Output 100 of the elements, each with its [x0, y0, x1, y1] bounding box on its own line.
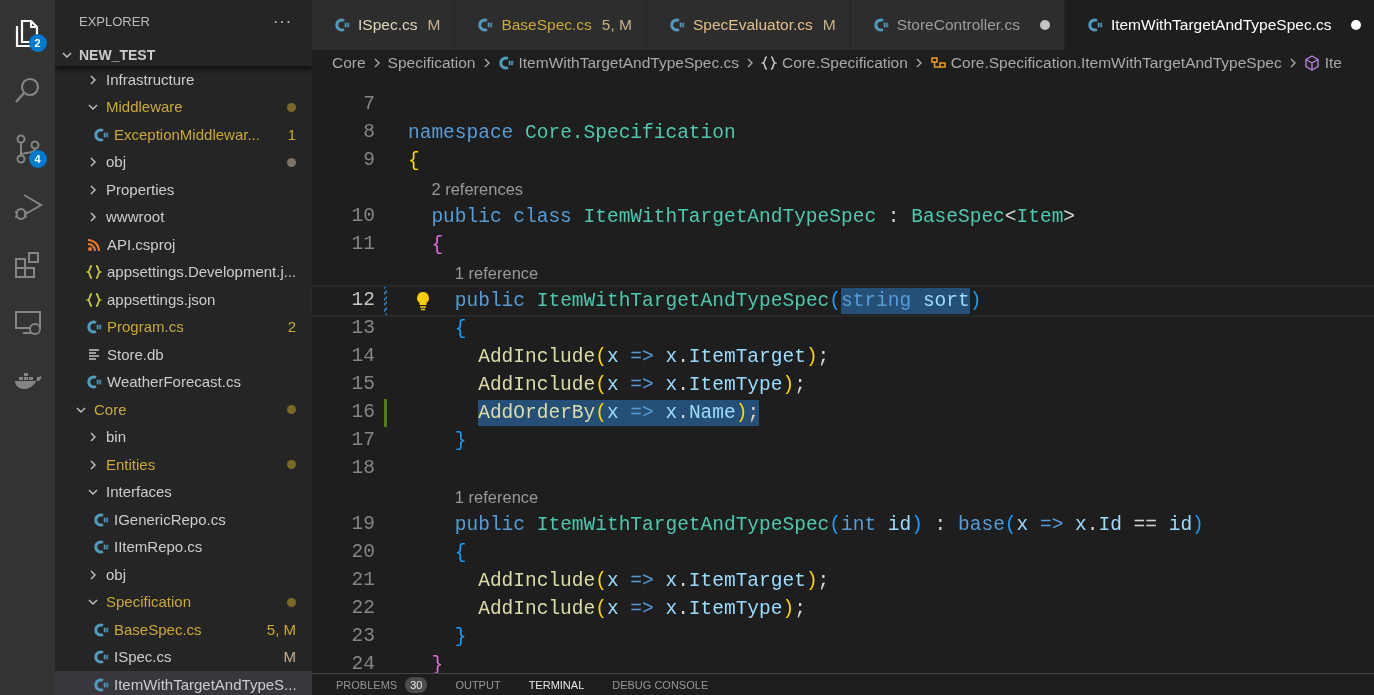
panel-tab[interactable]: PROBLEMS 30 — [336, 676, 428, 693]
file-name: obj — [106, 564, 128, 585]
code-line: { — [453, 541, 467, 566]
code-lens-link[interactable]: 2 references — [431, 176, 524, 202]
file-name: bin — [106, 427, 128, 447]
file-item[interactable]: Store.db — [55, 341, 312, 369]
csharp-file-icon — [477, 17, 494, 33]
editor-tab[interactable]: ISpec.cs M — [312, 0, 456, 50]
file-name: wwwroot — [106, 207, 166, 227]
line-number: 11 — [350, 232, 375, 258]
line-number: 8 — [362, 120, 375, 146]
csharp-file-icon — [1086, 17, 1103, 33]
line-number: 18 — [350, 456, 375, 482]
csharp-file-icon — [93, 511, 109, 528]
class-icon — [929, 54, 946, 71]
code-line: } — [453, 625, 467, 650]
count-badge: 30 — [405, 676, 428, 693]
line-number: 16 — [350, 400, 375, 426]
file-item[interactable]: ExceptionMiddlewar... 1 — [55, 121, 312, 149]
code-line: public ItemWithTargetAndTypeSpec(int id) : base(x => x.Id == id) — [453, 513, 1204, 538]
folder-item[interactable]: Entities — [55, 451, 312, 479]
breadcrumb-item[interactable]: ItemWithTargetAndTypeSpec.cs — [497, 50, 740, 75]
csharp-file-icon — [872, 17, 889, 33]
sidebar-title: EXPLORER — [79, 13, 150, 32]
line-number: 17 — [350, 428, 375, 454]
folder-item[interactable]: Core — [55, 396, 312, 424]
editor-tab[interactable]: StoreController.cs — [850, 0, 1065, 50]
run-debug-button[interactable] — [12, 192, 43, 222]
folder-item[interactable]: Infrastructure — [55, 66, 312, 94]
rss-file-icon — [86, 236, 102, 253]
remote-explorer-button[interactable] — [12, 308, 43, 338]
file-item[interactable]: ItemWithTargetAndTypeS... — [55, 671, 312, 695]
folder-item[interactable]: Properties — [55, 176, 312, 204]
status-label: 5, M — [266, 619, 296, 640]
code-line: AddInclude(x => x.ItemTarget); — [477, 569, 830, 594]
file-name: Core — [94, 399, 128, 420]
code-line: AddInclude(x => x.ItemType); — [477, 373, 806, 398]
modified-status: 5, M — [601, 15, 632, 36]
code-line: { — [408, 149, 420, 174]
file-name: Middleware — [106, 97, 184, 117]
file-item[interactable]: BaseSpec.cs 5, M — [55, 616, 312, 644]
editor-tab[interactable]: ItemWithTargetAndTypeSpec.cs — [1064, 0, 1374, 50]
file-name: Specification — [106, 592, 193, 612]
breadcrumb-item[interactable]: Specification — [387, 50, 476, 75]
braces-file-icon — [86, 264, 102, 281]
csharp-file-icon — [93, 126, 109, 143]
file-name: obj — [106, 152, 128, 172]
csharp-file-icon — [93, 649, 109, 666]
line-number: 22 — [350, 596, 375, 622]
file-name: Entities — [106, 454, 157, 475]
more-actions-button[interactable]: ··· — [273, 10, 292, 34]
line-number: 15 — [350, 372, 375, 398]
file-name: BaseSpec.cs — [114, 619, 203, 640]
editor-tab[interactable]: BaseSpec.cs 5, M — [455, 0, 647, 50]
line-number: 20 — [350, 540, 375, 566]
code-lens-link[interactable]: 1 reference — [454, 484, 539, 510]
folder-item[interactable]: Interfaces — [55, 478, 312, 506]
panel-tab[interactable]: TERMINAL — [528, 677, 585, 692]
modified-status: M — [822, 15, 836, 36]
folder-item[interactable]: wwwroot — [55, 203, 312, 231]
breadcrumb-item[interactable]: Ite — [1303, 50, 1342, 75]
code-line: public ItemWithTargetAndTypeSpec(string sort) — [453, 288, 982, 314]
file-item[interactable]: IItemRepo.cs — [55, 533, 312, 561]
breadcrumb-item[interactable]: Core — [332, 50, 366, 75]
text-file-icon — [86, 346, 102, 363]
file-name: Store.db — [107, 344, 165, 365]
csharp-file-icon — [93, 676, 109, 693]
file-item[interactable]: WeatherForecast.cs — [55, 368, 312, 396]
code-line: { — [430, 233, 444, 258]
code-line: AddInclude(x => x.ItemTarget); — [477, 345, 830, 370]
csharp-file-icon — [86, 374, 102, 391]
folder-item[interactable]: Specification — [55, 588, 312, 616]
file-item[interactable]: appsettings.json — [55, 286, 312, 314]
csharp-file-icon — [497, 54, 514, 71]
file-item[interactable]: IGenericRepo.cs — [55, 506, 312, 534]
code-lens-link[interactable]: 1 reference — [454, 260, 539, 286]
file-name: ItemWithTargetAndTypeS... — [114, 674, 296, 695]
status-label: 2 — [287, 317, 296, 337]
breadcrumb-item[interactable]: Core.Specification — [761, 50, 908, 75]
file-item[interactable]: Program.cs 2 — [55, 313, 312, 341]
workspace-header[interactable]: NEW_TEST — [55, 44, 312, 66]
file-name: ISpec.cs — [114, 647, 173, 667]
folder-item[interactable]: Middleware — [55, 93, 312, 121]
code-line: { — [453, 317, 467, 342]
panel-tab[interactable]: OUTPUT — [455, 677, 501, 692]
file-item[interactable]: API.csproj — [55, 231, 312, 259]
file-item[interactable]: ISpec.cs M — [55, 643, 312, 671]
panel-tab[interactable]: DEBUG CONSOLE — [612, 677, 709, 692]
breadcrumb-item[interactable]: Core.Specification.ItemWithTargetAndTypeSpec — [929, 50, 1282, 75]
line-number: 14 — [350, 344, 375, 370]
code-line: } — [453, 429, 467, 454]
folder-item[interactable]: bin — [55, 423, 312, 451]
line-number: 23 — [350, 624, 375, 650]
file-item[interactable]: appsettings.Development.j... — [55, 258, 312, 286]
code-line: namespace Core.Specification — [408, 121, 736, 146]
folder-item[interactable]: obj — [55, 561, 312, 589]
folder-item[interactable]: obj — [55, 148, 312, 176]
status-label: 1 — [287, 124, 296, 145]
line-number: 7 — [362, 92, 375, 118]
editor-tab[interactable]: SpecEvaluator.cs M — [647, 0, 851, 50]
